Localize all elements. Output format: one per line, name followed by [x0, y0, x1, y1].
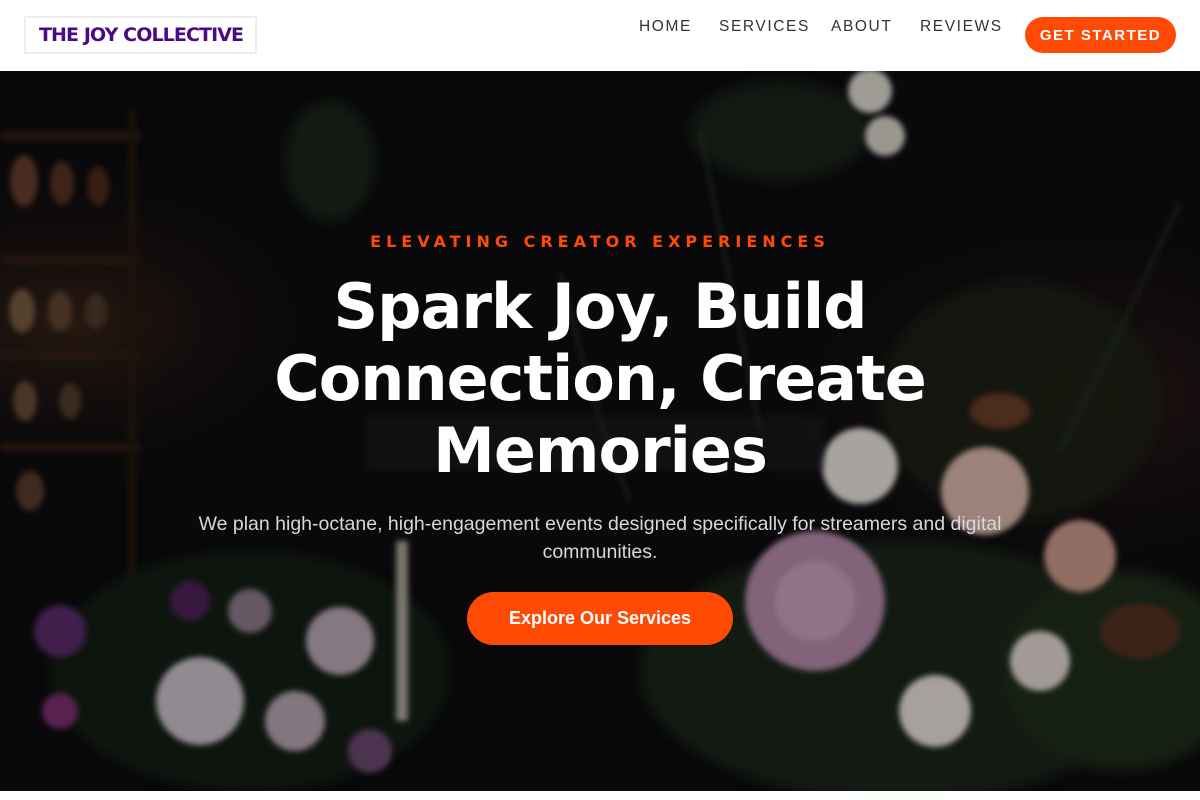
explore-services-button[interactable]: Explore Our Services	[467, 592, 733, 645]
get-started-button[interactable]: GET STARTED	[1025, 17, 1176, 53]
nav-about-link[interactable]: ABOUT	[831, 18, 892, 36]
nav-home-link[interactable]: HOME	[639, 18, 692, 36]
hero-section: ELEVATING CREATOR EXPERIENCES Spark Joy,…	[0, 71, 1200, 791]
hero-subtitle: We plan high-octane, high-engagement eve…	[198, 513, 1002, 563]
hero-content: ELEVATING CREATOR EXPERIENCES Spark Joy,…	[0, 71, 1200, 791]
nav-services-link[interactable]: SERVICES	[719, 18, 810, 36]
nav-reviews-link[interactable]: REVIEWS	[920, 18, 1003, 36]
logo[interactable]: THE JOY COLLECTIVE	[24, 16, 258, 54]
site-header: THE JOY COLLECTIVE HOME SERVICES ABOUT R…	[0, 0, 1200, 71]
hero-headline: Spark Joy, Build Connection, Create Memo…	[274, 270, 927, 487]
hero-eyebrow: ELEVATING CREATOR EXPERIENCES	[370, 232, 830, 251]
page-bottom-strip	[0, 791, 1200, 800]
